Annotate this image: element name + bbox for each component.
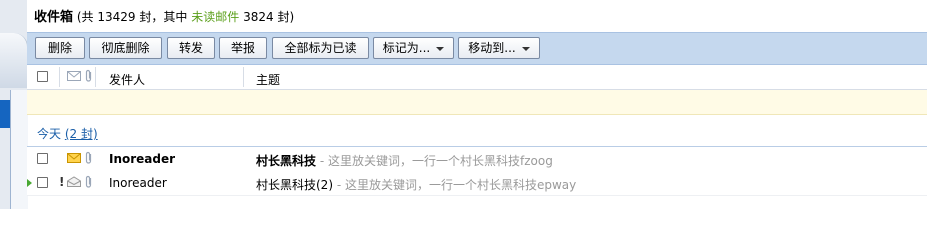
envelope-unread-icon	[67, 153, 81, 163]
unread-link[interactable]: 未读邮件	[191, 10, 239, 24]
email-checkbox[interactable]	[37, 177, 48, 188]
total-unit: 封，其中	[139, 10, 188, 24]
email-subject-line: 村长黑科技 - 这里放关键词，一行一个村长黑科技fzoog	[256, 152, 553, 169]
important-icon: !	[59, 175, 65, 189]
move-to-label: 移动到...	[468, 41, 516, 55]
envelope-read-icon	[67, 176, 81, 187]
inbox-name: 收件箱	[34, 10, 74, 25]
column-divider	[59, 67, 60, 87]
column-divider	[95, 67, 96, 87]
email-row[interactable]: ! Inoreader 村长黑科技(2) - 这里放关键词，一行一个村长黑科技e…	[27, 171, 927, 196]
chevron-down-icon	[521, 46, 530, 51]
mark-all-read-button[interactable]: 全部标为已读	[272, 37, 369, 59]
unread-count: 3824	[243, 10, 274, 24]
mark-as-label: 标记为...	[382, 41, 431, 55]
email-subject-line: 村长黑科技(2) - 这里放关键词，一行一个村长黑科技epway	[256, 176, 576, 193]
email-sender: Inoreader	[109, 152, 176, 166]
delete-permanently-button[interactable]: 彻底删除	[89, 37, 162, 59]
email-subject: 村长黑科技(2)	[256, 178, 333, 192]
date-group-heading: 今天 (2 封)	[37, 125, 98, 142]
unread-unit: 封)	[277, 10, 295, 24]
sidebar-selected-indicator	[0, 100, 10, 128]
select-all-checkbox[interactable]	[37, 71, 48, 82]
email-preview: - 这里放关键词，一行一个村长黑科技epway	[336, 178, 577, 192]
envelope-column-icon	[67, 71, 81, 81]
email-preview: - 这里放关键词，一行一个村长黑科技fzoog	[319, 154, 553, 168]
forward-button[interactable]: 转发	[167, 37, 215, 59]
current-row-indicator	[27, 179, 32, 187]
attachment-icon	[85, 151, 92, 164]
mail-list-header: 发件人 主题	[27, 65, 927, 90]
email-sender: Inoreader	[109, 176, 167, 190]
move-to-dropdown[interactable]: 移动到...	[458, 37, 540, 59]
attachment-column-icon	[85, 69, 92, 82]
date-group-count[interactable]: (2 封)	[65, 127, 98, 141]
chevron-down-icon	[436, 46, 445, 51]
report-button[interactable]: 举报	[219, 37, 267, 59]
attachment-icon	[85, 175, 92, 188]
subject-column-header[interactable]: 主题	[256, 71, 280, 88]
notice-banner	[27, 90, 927, 115]
email-row[interactable]: Inoreader 村长黑科技 - 这里放关键词，一行一个村长黑科技fzoog	[27, 147, 927, 172]
mail-toolbar: 删除 彻底删除 转发 举报 全部标为已读 标记为... 移动到...	[27, 32, 927, 65]
total-prefix: (共	[76, 10, 94, 24]
date-group-label: 今天	[37, 127, 62, 141]
email-subject: 村长黑科技	[256, 154, 317, 168]
delete-button[interactable]: 删除	[35, 37, 85, 59]
sender-column-header[interactable]: 发件人	[109, 71, 145, 88]
column-divider	[243, 67, 244, 87]
email-checkbox[interactable]	[37, 153, 48, 164]
sidebar-panel	[10, 90, 28, 209]
folder-sidebar	[0, 0, 28, 209]
inbox-title: 收件箱 (共 13429 封，其中 未读邮件 3824 封)	[34, 6, 294, 25]
total-count: 13429	[97, 10, 136, 24]
sidebar-tab[interactable]	[0, 33, 28, 88]
mark-as-dropdown[interactable]: 标记为...	[373, 37, 454, 59]
